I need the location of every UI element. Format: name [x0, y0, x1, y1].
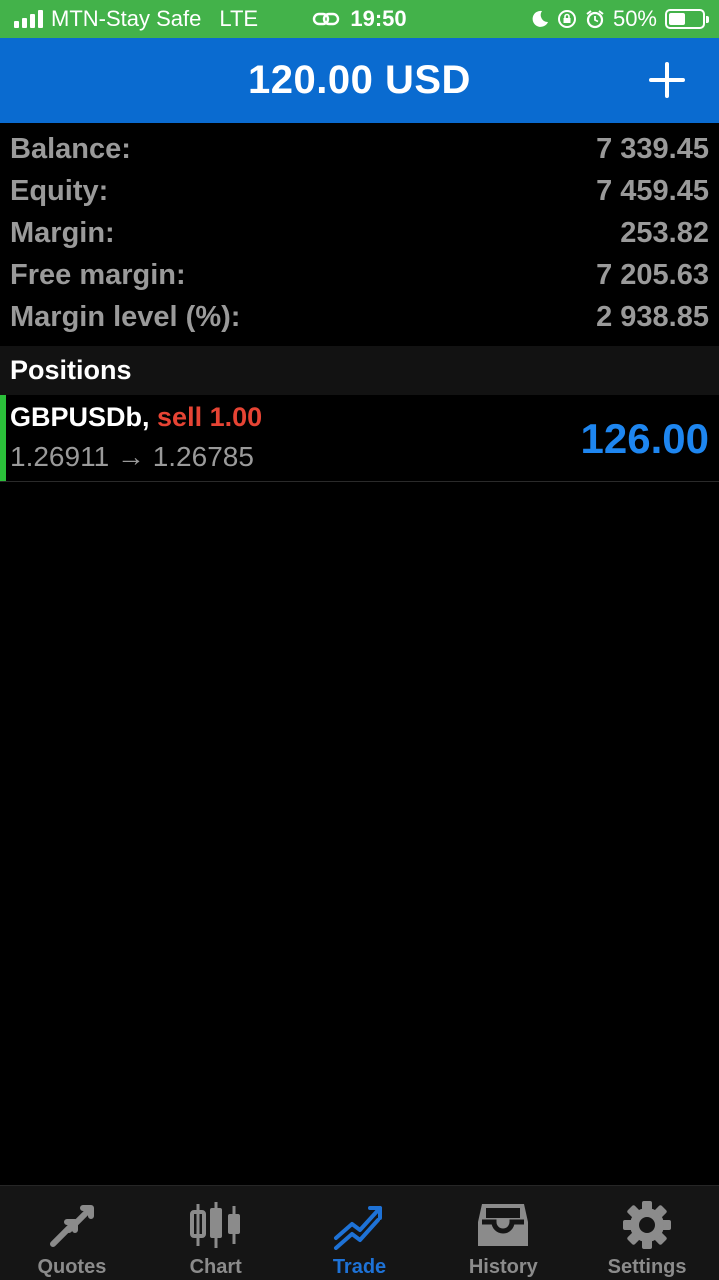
- network-type: LTE: [219, 6, 259, 31]
- tab-label: History: [468, 1256, 538, 1278]
- status-bar: MTN-Stay Safe LTE 19:50 50%: [0, 0, 719, 38]
- positions-section-header: Positions: [0, 346, 719, 395]
- clock-time: 19:50: [350, 5, 407, 31]
- summary-value: 7 339.45: [596, 132, 709, 165]
- summary-label: Equity:: [10, 174, 109, 207]
- tab-settings[interactable]: Settings: [575, 1186, 719, 1280]
- position-profit: 126.00: [580, 415, 709, 462]
- position-row[interactable]: GBPUSDb, sell 1.00 1.26911 → 1.26785 126…: [0, 395, 719, 482]
- plus-icon: [649, 62, 685, 98]
- new-order-button[interactable]: [645, 58, 689, 102]
- quotes-arrows-icon: [44, 1198, 100, 1252]
- summary-row-free-margin: Free margin: 7 205.63: [0, 254, 719, 296]
- summary-value: 7 205.63: [596, 258, 709, 291]
- status-right: 50%: [531, 6, 709, 32]
- settings-gear-icon: [619, 1198, 675, 1252]
- alarm-icon: [586, 10, 604, 29]
- carrier-name: MTN-Stay Safe: [51, 6, 202, 31]
- tab-history[interactable]: History: [431, 1186, 575, 1280]
- summary-label: Free margin:: [10, 258, 186, 291]
- position-symbol: GBPUSDb,: [10, 402, 150, 432]
- battery-percent: 50%: [612, 6, 657, 31]
- tab-chart[interactable]: Chart: [144, 1186, 288, 1280]
- status-left: MTN-Stay Safe LTE: [14, 6, 258, 32]
- orientation-lock-icon: [557, 10, 576, 28]
- tab-quotes[interactable]: Quotes: [0, 1186, 144, 1280]
- moon-icon: [532, 10, 548, 27]
- summary-label: Margin level (%):: [10, 300, 241, 333]
- summary-value: 7 459.45: [596, 174, 709, 207]
- position-marker: [0, 395, 6, 481]
- tab-label: Chart: [189, 1256, 242, 1278]
- positions-title: Positions: [10, 355, 132, 385]
- summary-row-margin-level: Margin level (%): 2 938.85: [0, 296, 719, 338]
- position-instrument: GBPUSDb, sell 1.00: [10, 402, 262, 433]
- summary-row-margin: Margin: 253.82: [0, 212, 719, 254]
- summary-label: Margin:: [10, 216, 115, 249]
- cell-signal-icon: [14, 10, 43, 28]
- summary-label: Balance:: [10, 132, 131, 165]
- candlestick-chart-icon: [188, 1198, 244, 1252]
- summary-row-balance: Balance: 7 339.45: [0, 128, 719, 170]
- account-summary: Balance: 7 339.45 Equity: 7 459.45 Margi…: [0, 128, 719, 338]
- bottom-tab-bar: Quotes Chart Trade History Settings: [0, 1185, 719, 1280]
- summary-row-equity: Equity: 7 459.45: [0, 170, 719, 212]
- trade-screen: MTN-Stay Safe LTE 19:50 50% 120.00 USD B…: [0, 0, 719, 1280]
- tab-label: Settings: [607, 1256, 687, 1278]
- position-prices: 1.26911 → 1.26785: [10, 441, 254, 472]
- tab-label: Trade: [332, 1256, 387, 1278]
- history-inbox-icon: [475, 1198, 531, 1252]
- battery-icon: [665, 9, 709, 29]
- profit-total-title: 120.00 USD: [248, 58, 471, 102]
- tab-trade[interactable]: Trade: [288, 1186, 432, 1280]
- summary-value: 253.82: [620, 216, 709, 249]
- position-side-volume: sell 1.00: [157, 402, 263, 432]
- tab-label: Quotes: [37, 1256, 107, 1278]
- trade-trend-icon: [331, 1198, 387, 1252]
- link-icon: [313, 12, 340, 25]
- header-bar: 120.00 USD: [0, 38, 719, 123]
- summary-value: 2 938.85: [596, 300, 709, 333]
